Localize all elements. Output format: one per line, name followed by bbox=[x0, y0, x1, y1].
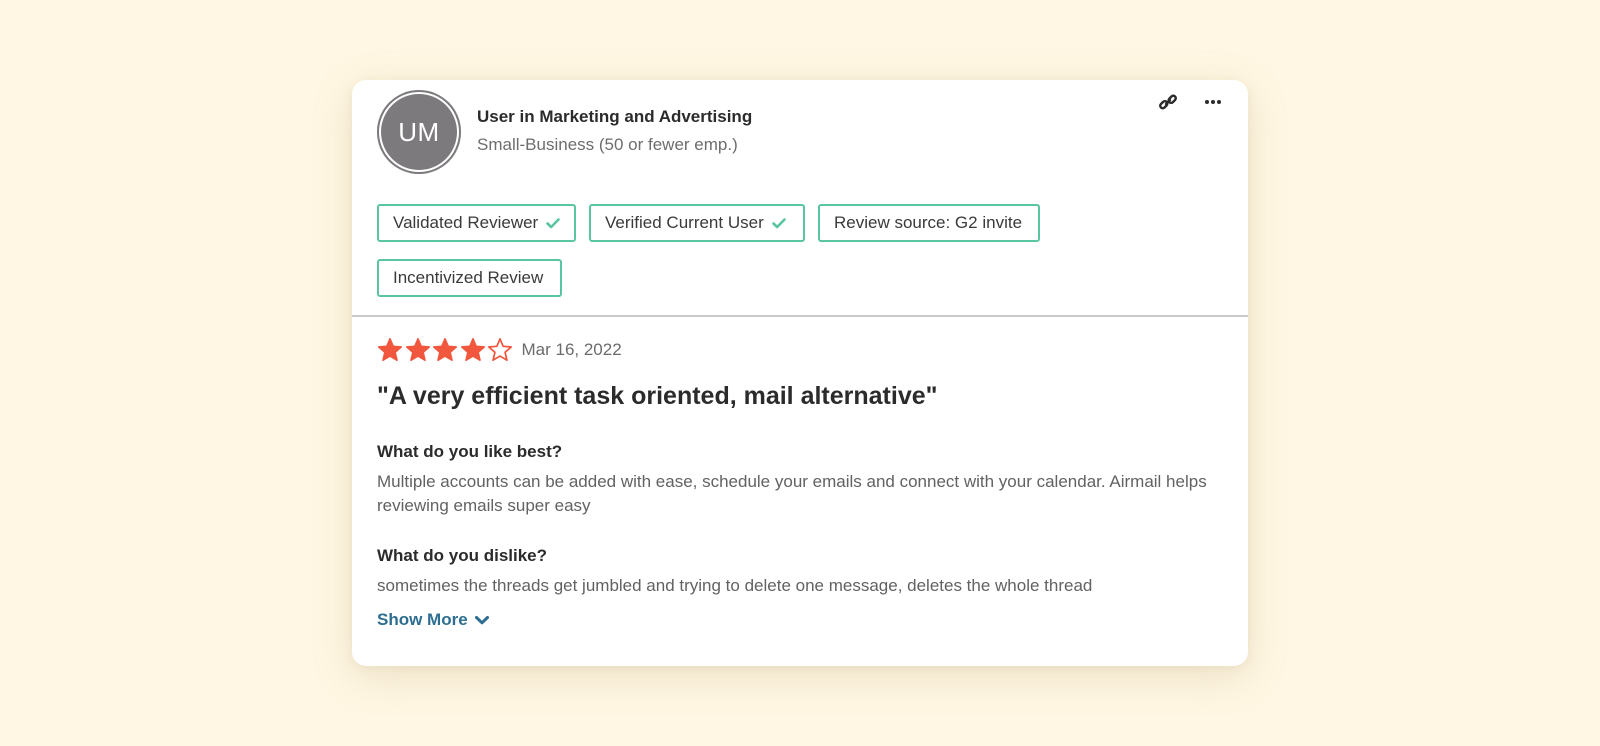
badge-incentivized-review: Incentivized Review bbox=[377, 259, 562, 297]
badge-verified-current-user: Verified Current User bbox=[589, 204, 805, 242]
review-date: Mar 16, 2022 bbox=[521, 340, 622, 359]
show-more-button[interactable]: Show More bbox=[377, 610, 489, 630]
star-filled-icon bbox=[405, 338, 430, 362]
check-icon bbox=[771, 217, 786, 229]
star-rating bbox=[377, 337, 515, 363]
avatar: UM bbox=[377, 90, 461, 174]
check-icon bbox=[546, 217, 561, 229]
badge-review-source: Review source: G2 invite bbox=[818, 204, 1040, 242]
reviewer-header: UM User in Marketing and Advertising Sma… bbox=[352, 80, 1248, 317]
more-options-button[interactable] bbox=[1201, 90, 1225, 114]
badge-label: Review source: G2 invite bbox=[834, 213, 1023, 232]
question-dislike: What do you dislike? bbox=[377, 546, 548, 565]
chevron-down-icon bbox=[474, 615, 489, 625]
more-horizontal-icon bbox=[1205, 100, 1221, 104]
question-like-best: What do you like best? bbox=[377, 442, 563, 461]
badge-label: Incentivized Review bbox=[393, 268, 544, 287]
link-icon bbox=[1159, 94, 1177, 110]
review-card: UM User in Marketing and Advertising Sma… bbox=[352, 80, 1248, 666]
copy-link-button[interactable] bbox=[1156, 90, 1180, 114]
avatar-initials: UM bbox=[398, 116, 440, 147]
badge-label: Verified Current User bbox=[605, 213, 764, 232]
answer-like-best: Multiple accounts can be added with ease… bbox=[377, 472, 1207, 515]
rating-row: Mar 16, 2022 bbox=[377, 336, 622, 364]
star-filled-icon bbox=[460, 338, 485, 362]
reviewer-segment: Small-Business (50 or fewer emp.) bbox=[477, 135, 738, 154]
reviewer-name: User in Marketing and Advertising bbox=[477, 107, 753, 126]
badge-validated-reviewer: Validated Reviewer bbox=[377, 204, 576, 242]
badge-label: Validated Reviewer bbox=[393, 213, 539, 232]
answer-dislike: sometimes the threads get jumbled and tr… bbox=[377, 576, 1093, 595]
star-empty-icon bbox=[487, 338, 513, 362]
star-filled-icon bbox=[432, 338, 458, 362]
review-title: "A very efficient task oriented, mail al… bbox=[377, 382, 938, 410]
star-filled-icon bbox=[377, 338, 403, 362]
show-more-label: Show More bbox=[377, 610, 468, 629]
